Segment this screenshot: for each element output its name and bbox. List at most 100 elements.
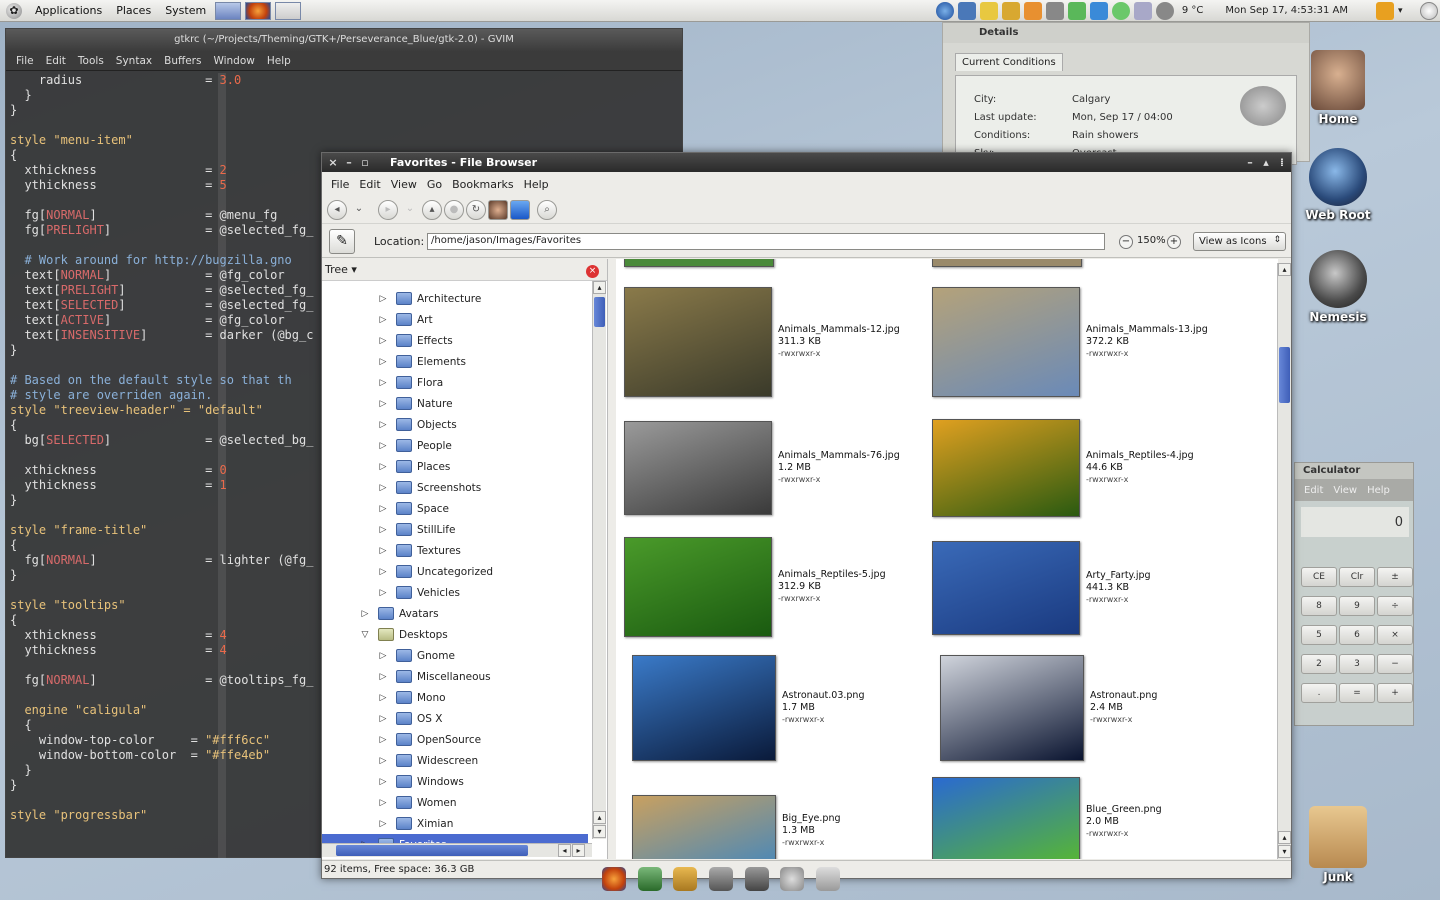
stop-icon[interactable]: ● (444, 199, 464, 220)
code-line[interactable]: radius = 3.0 (10, 73, 684, 88)
back-icon[interactable]: ◂ (327, 199, 347, 220)
code-line[interactable] (10, 118, 684, 133)
file-label[interactable]: Big_Eye.png 1.3 MB -rwxrwxr-x (782, 813, 841, 849)
power-icon[interactable] (1420, 1, 1438, 20)
roll-up-icon[interactable]: ▴ (1259, 153, 1273, 172)
close-icon[interactable]: × (326, 153, 340, 172)
calc-button[interactable]: 9 (1339, 596, 1375, 616)
expander-closed-icon[interactable]: ▷ (376, 798, 390, 808)
calc-button[interactable]: 2 (1301, 654, 1337, 674)
expander-closed-icon[interactable]: ▷ (376, 462, 390, 472)
calc-button[interactable]: − (1377, 654, 1413, 674)
file-thumbnail[interactable] (932, 419, 1080, 517)
tree-item-screenshots[interactable]: ▷ Screenshots (322, 477, 588, 498)
scroll-down-icon[interactable]: ▾ (593, 825, 606, 838)
tree-item-architecture[interactable]: ▷ Architecture (322, 288, 588, 309)
system-menu[interactable]: System (158, 4, 213, 17)
weather-icon[interactable] (1155, 1, 1174, 20)
calc-button[interactable]: + (1377, 683, 1413, 703)
tab-current-conditions[interactable]: Current Conditions (955, 53, 1063, 71)
file-label[interactable]: Arty_Farty.jpg 441.3 KB -rwxrwxr-x (1086, 570, 1151, 606)
desktop-icon-junk[interactable]: Junk (1298, 806, 1378, 884)
expander-closed-icon[interactable]: ▷ (376, 378, 390, 388)
file-label[interactable]: Astronaut.png 2.4 MB -rwxrwxr-x (1090, 690, 1157, 726)
expander-closed-icon[interactable]: ▷ (376, 399, 390, 409)
gvim-menu-syntax[interactable]: Syntax (110, 55, 158, 67)
gvim-menu-help[interactable]: Help (261, 55, 297, 67)
gvim-menu-file[interactable]: File (10, 55, 40, 67)
location-input[interactable]: /home/jason/Images/Favorites (427, 233, 1105, 250)
window-menu-icon[interactable]: ⁞ (1275, 153, 1289, 172)
icon-view[interactable]: Animals_Mammals-12.jpg 311.3 KB -rwxrwxr-x… (616, 259, 1278, 859)
expander-closed-icon[interactable]: ▷ (376, 294, 390, 304)
calc-button[interactable]: × (1377, 625, 1413, 645)
file-label[interactable]: Animals_Mammals-12.jpg 311.3 KB -rwxrwxr-x (778, 324, 900, 360)
system-monitor-icon[interactable] (957, 1, 976, 20)
reload-icon[interactable]: ↻ (466, 199, 486, 220)
expander-closed-icon[interactable]: ▷ (376, 777, 390, 787)
tree-item-people[interactable]: ▷ People (322, 435, 588, 456)
expander-closed-icon[interactable]: ▷ (376, 525, 390, 535)
search-icon[interactable]: ⌕ (537, 199, 557, 220)
calc-button[interactable]: CE (1301, 567, 1337, 587)
tree-item-ximian[interactable]: ▷ Ximian (322, 813, 588, 834)
home-folder-icon[interactable] (488, 199, 508, 220)
keyring-icon[interactable] (1376, 1, 1394, 20)
scroll-up-icon[interactable]: ▴ (1278, 831, 1291, 844)
tree-item-vehicles[interactable]: ▷ Vehicles (322, 582, 588, 603)
weather-icon[interactable] (780, 867, 805, 891)
clock[interactable]: Mon Sep 17, 4:53:31 AM (1219, 5, 1354, 16)
back-history-chevron-icon[interactable]: ⌄ (349, 200, 369, 220)
tree-item-windows[interactable]: ▷ Windows (322, 771, 588, 792)
tree-item-flora[interactable]: ▷ Flora (322, 372, 588, 393)
tree-item-textures[interactable]: ▷ Textures (322, 540, 588, 561)
expander-closed-icon[interactable]: ▷ (376, 735, 390, 745)
maximize-icon[interactable]: ▫ (358, 153, 372, 172)
screenshot-icon[interactable] (1067, 1, 1086, 20)
file-label[interactable]: Animals_Reptiles-4.jpg 44.6 KB -rwxrwxr-x (1086, 450, 1194, 486)
expander-closed-icon[interactable]: ▷ (376, 483, 390, 493)
calc-menu-edit[interactable]: Edit (1299, 485, 1328, 496)
scrollbar-thumb[interactable] (1279, 347, 1290, 403)
calc-button[interactable]: 5 (1301, 625, 1337, 645)
gvim-menu-buffers[interactable]: Buffers (158, 55, 207, 67)
desktop-icon-nemesis[interactable]: Nemesis (1298, 250, 1378, 324)
cursor-icon[interactable] (1089, 1, 1108, 20)
star-icon[interactable] (1023, 1, 1042, 20)
forward-icon[interactable]: ▸ (378, 199, 398, 220)
gimp-alt-icon[interactable] (744, 867, 769, 891)
code-line[interactable]: } (10, 88, 684, 103)
firefox-launcher-icon[interactable] (245, 1, 272, 20)
file-thumbnail[interactable] (932, 259, 1082, 267)
file-thumbnail[interactable] (632, 655, 776, 761)
tree-item-nature[interactable]: ▷ Nature (322, 393, 588, 414)
tree-item-space[interactable]: ▷ Space (322, 498, 588, 519)
calculator-icon[interactable] (816, 867, 841, 891)
file-thumbnail[interactable] (932, 287, 1080, 397)
scroll-down-icon[interactable]: ▾ (1278, 845, 1291, 858)
places-menu[interactable]: Places (109, 4, 158, 17)
tree-item-widescreen[interactable]: ▷ Widescreen (322, 750, 588, 771)
file-thumbnail[interactable] (940, 655, 1084, 761)
battery-icon[interactable] (1133, 1, 1152, 20)
file-thumbnail[interactable] (632, 795, 776, 859)
file-label[interactable]: Blue_Green.png 2.0 MB -rwxrwxr-x (1086, 804, 1162, 840)
icon-view-vertical-scrollbar[interactable]: ▴ ▴ ▾ (1277, 263, 1291, 859)
update-icon[interactable] (1111, 1, 1130, 20)
shade-icon[interactable]: – (1243, 153, 1257, 172)
notes-icon[interactable] (979, 1, 998, 20)
expander-closed-icon[interactable]: ▷ (376, 504, 390, 514)
tree-item-effects[interactable]: ▷ Effects (322, 330, 588, 351)
web-browser-icon[interactable] (935, 1, 954, 20)
up-icon[interactable]: ▴ (422, 199, 442, 220)
scrollbar-thumb[interactable] (336, 845, 528, 856)
file-thumbnail[interactable] (624, 537, 772, 637)
scrollbar-thumb[interactable] (594, 297, 605, 327)
notes-icon[interactable] (673, 867, 698, 891)
tree-item-women[interactable]: ▷ Women (322, 792, 588, 813)
menu-edit[interactable]: Edit (354, 178, 385, 191)
tree-item-art[interactable]: ▷ Art (322, 309, 588, 330)
forward-history-chevron-icon[interactable]: ⌄ (400, 200, 420, 220)
tree-item-uncategorized[interactable]: ▷ Uncategorized (322, 561, 588, 582)
menu-file[interactable]: File (326, 178, 354, 191)
